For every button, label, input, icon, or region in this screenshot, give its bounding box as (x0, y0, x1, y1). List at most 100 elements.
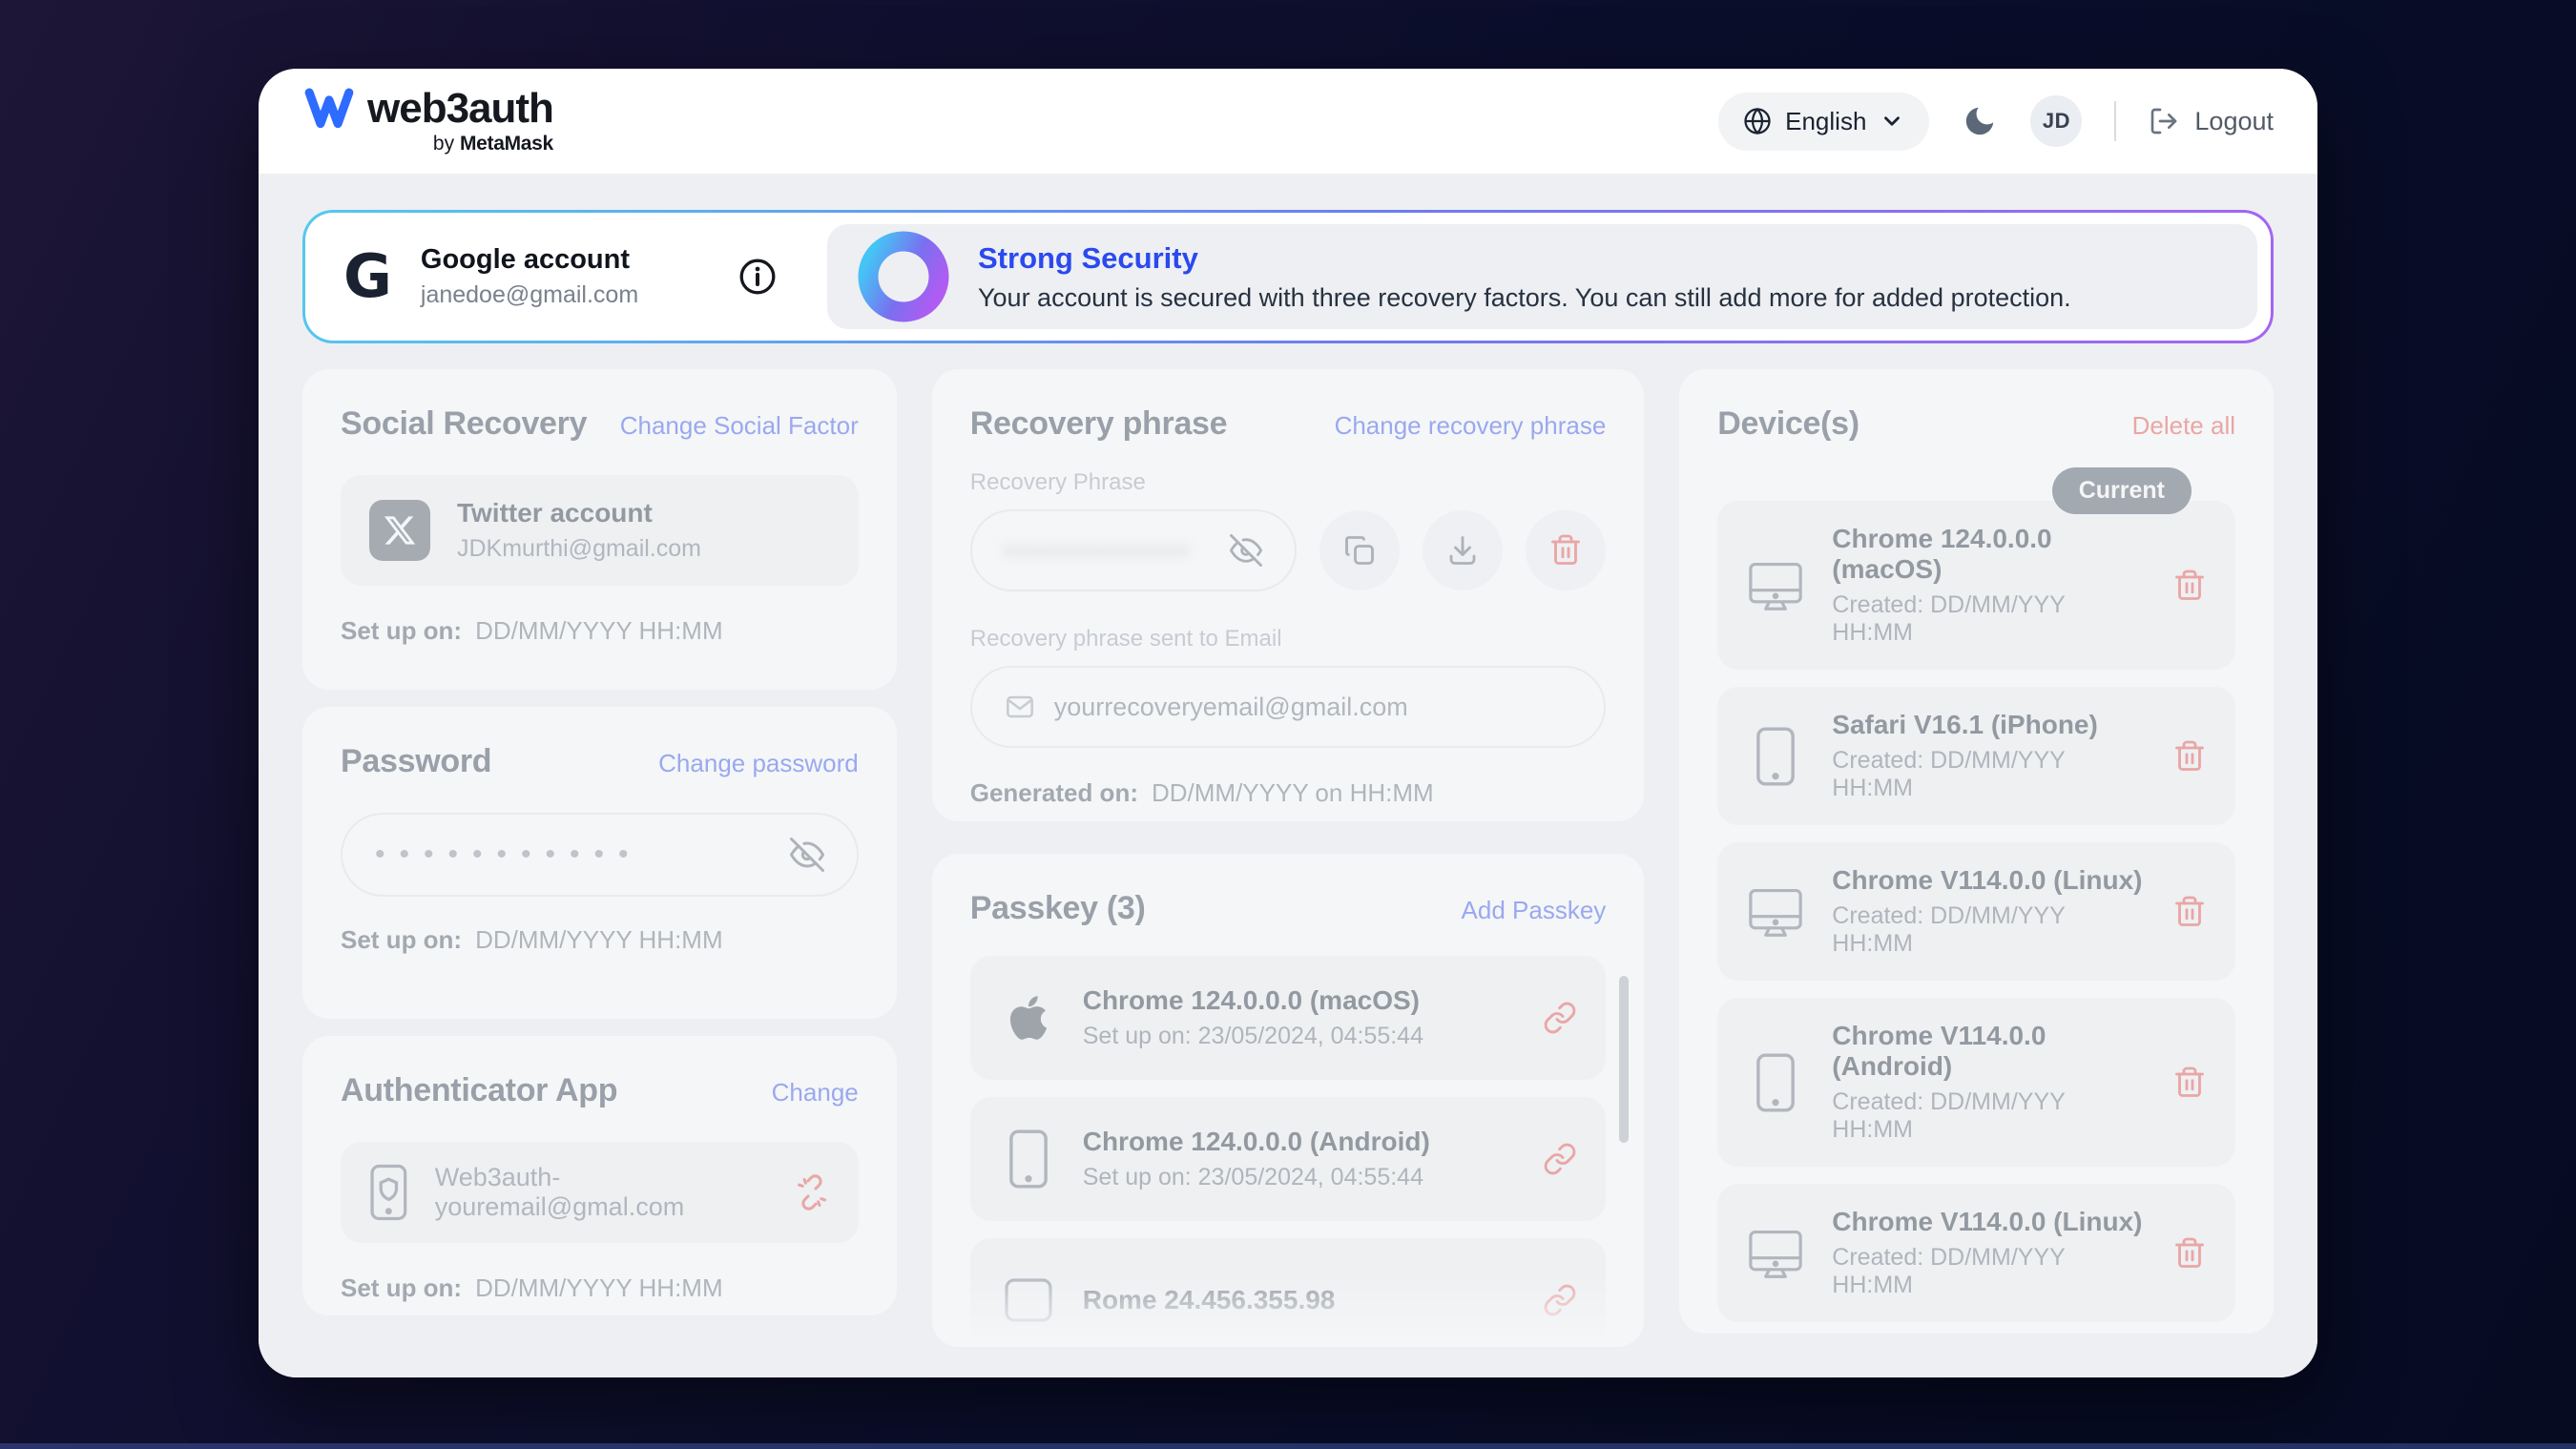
setup-value: DD/MM/YYYY HH:MM (475, 616, 723, 646)
add-passkey-link[interactable]: Add Passkey (1462, 896, 1607, 925)
main-content: G Google account janedoe@gmail.com (259, 174, 2317, 1377)
passkey-link-button[interactable] (1543, 1001, 1577, 1035)
password-input[interactable]: ••••••••••• (341, 813, 859, 897)
password-title: Password (341, 743, 491, 780)
trash-icon (2172, 895, 2207, 929)
top-bar: web3auth by MetaMask English (259, 69, 2317, 174)
copy-phrase-button[interactable] (1319, 510, 1400, 590)
avatar-initials: JD (2043, 109, 2070, 134)
setup-label: Set up on: (341, 1273, 462, 1303)
link-icon (1543, 1001, 1577, 1035)
mail-icon (1005, 692, 1035, 722)
delete-device-button[interactable] (2172, 1236, 2207, 1271)
passkey-item-title: Rome 24.456.355.98 (1083, 1285, 1336, 1315)
eye-off-icon[interactable] (1230, 534, 1262, 567)
account-email: janedoe@gmail.com (421, 281, 638, 309)
recovery-phrase-label: Recovery Phrase (970, 469, 1607, 496)
unlink-button[interactable] (794, 1174, 830, 1211)
device-item-title: Chrome V114.0.0 (Android) (1832, 1021, 2146, 1082)
passkey-list: Chrome 124.0.0.0 (macOS) Set up on: 23/0… (970, 956, 1607, 1347)
bottom-accent-strip (0, 1443, 2576, 1449)
trash-icon (2172, 569, 2207, 603)
change-password-link[interactable]: Change password (658, 749, 859, 778)
brand-name: web3auth (367, 88, 553, 130)
brand-byline: by MetaMask (367, 133, 553, 155)
device-item-subtitle: Created: DD/MM/YYY HH:MM (1832, 591, 2146, 647)
generated-label: Generated on: (970, 778, 1138, 808)
device-item: Chrome V114.0.0 (Linux) Created: DD/MM/Y… (1717, 842, 2235, 981)
passkey-link-button[interactable] (1543, 1283, 1577, 1317)
passkey-item-subtitle: Set up on: 23/05/2024, 04:55:44 (1083, 1164, 1430, 1191)
info-button[interactable] (737, 257, 778, 297)
setup-value: DD/MM/YYYY HH:MM (475, 925, 723, 955)
setup-label: Set up on: (341, 616, 462, 646)
passkey-link-button[interactable] (1543, 1142, 1577, 1176)
account-title: Google account (421, 244, 638, 276)
trash-icon (2172, 1236, 2207, 1271)
device-list: Chrome 124.0.0.0 (macOS) Created: DD/MM/… (1717, 501, 2235, 1322)
passkey-item: Chrome 124.0.0.0 (macOS) Set up on: 23/0… (970, 956, 1607, 1080)
recovery-phrase-title: Recovery phrase (970, 405, 1228, 443)
twitter-account-email: JDKmurthi@gmail.com (457, 535, 701, 563)
password-card: Password Change password ••••••••••• Set… (302, 707, 897, 1019)
delete-device-button[interactable] (2172, 569, 2207, 603)
security-factors-grid: Social Recovery Change Social Factor Twi… (302, 369, 2274, 1347)
delete-device-button[interactable] (2172, 739, 2207, 774)
security-ring-icon (858, 231, 949, 322)
header-divider (2114, 101, 2116, 141)
recovery-phrase-input[interactable]: ••••••••••••••• (970, 509, 1298, 591)
change-social-factor-link[interactable]: Change Social Factor (620, 411, 859, 441)
delete-phrase-button[interactable] (1526, 510, 1606, 590)
setup-value: DD/MM/YYYY HH:MM (475, 1273, 723, 1303)
dark-mode-toggle[interactable] (1962, 103, 1998, 139)
devices-card: Device(s) Delete all Current (1679, 369, 2274, 1334)
moon-icon (1962, 103, 1998, 139)
passkey-item-subtitle: Set up on: 23/05/2024, 04:55:44 (1083, 1023, 1423, 1050)
change-authenticator-link[interactable]: Change (772, 1078, 859, 1107)
info-icon (737, 257, 778, 297)
security-status-description: Your account is secured with three recov… (978, 283, 2071, 313)
download-phrase-button[interactable] (1423, 510, 1503, 590)
globe-icon (1743, 107, 1772, 135)
account-banner: G Google account janedoe@gmail.com (302, 210, 2274, 343)
device-item-subtitle: Created: DD/MM/YYY HH:MM (1832, 902, 2146, 958)
unlink-icon (794, 1174, 830, 1211)
authenticator-phone-icon (369, 1161, 408, 1224)
logout-button[interactable]: Logout (2149, 106, 2274, 136)
device-item-title: Safari V16.1 (iPhone) (1832, 710, 2146, 740)
scrollbar-thumb[interactable] (1619, 976, 1629, 1143)
x-twitter-icon (369, 500, 430, 561)
language-label: English (1785, 107, 1866, 136)
delete-all-link[interactable]: Delete all (2132, 411, 2235, 441)
passkey-item-title: Chrome 124.0.0.0 (macOS) (1083, 985, 1423, 1016)
recovery-email-value: yourrecoveryemail@gmail.com (1054, 693, 1408, 722)
eye-off-icon[interactable] (790, 838, 824, 872)
browser-icon (999, 1277, 1058, 1323)
phone-icon (999, 1128, 1058, 1190)
current-device-badge: Current (2052, 467, 2192, 514)
device-item-subtitle: Created: DD/MM/YYY HH:MM (1832, 747, 2146, 802)
google-icon: G (343, 247, 392, 306)
setup-label: Set up on: (341, 925, 462, 955)
device-item-title: Chrome V114.0.0 (Linux) (1832, 1207, 2146, 1237)
password-masked-value: ••••••••••• (375, 840, 643, 869)
delete-device-button[interactable] (2172, 895, 2207, 929)
trash-icon (1548, 533, 1583, 568)
authenticator-account: Web3auth-youremail@gmal.com (435, 1163, 767, 1222)
devices-title: Device(s) (1717, 405, 1859, 443)
apple-icon (999, 993, 1058, 1043)
change-recovery-phrase-link[interactable]: Change recovery phrase (1335, 411, 1607, 441)
recovery-email-input[interactable]: yourrecoveryemail@gmail.com (970, 666, 1607, 748)
security-status: Strong Security Your account is secured … (827, 224, 2257, 329)
generated-value: DD/MM/YYYY on HH:MM (1152, 778, 1434, 808)
language-selector[interactable]: English (1718, 93, 1929, 151)
avatar[interactable]: JD (2030, 95, 2082, 147)
web3auth-logo-icon (304, 88, 354, 130)
phone-icon (1746, 1052, 1805, 1113)
authenticator-account-item: Web3auth-youremail@gmal.com (341, 1142, 859, 1243)
delete-device-button[interactable] (2172, 1066, 2207, 1100)
device-item: Safari V16.1 (iPhone) Created: DD/MM/YYY… (1717, 687, 2235, 825)
app-window: web3auth by MetaMask English (259, 69, 2317, 1377)
recovery-phrase-masked: ••••••••••••••• (1005, 536, 1193, 566)
device-item-title: Chrome 124.0.0.0 (macOS) (1832, 524, 2146, 585)
